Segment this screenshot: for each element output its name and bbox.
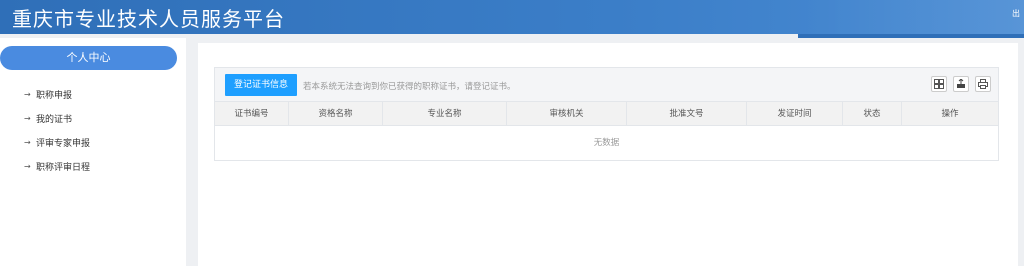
logout-link[interactable]: 出 (1012, 8, 1020, 19)
site-title: 重庆市专业技术人员服务平台 (12, 7, 285, 31)
sidebar-item-title-apply[interactable]: → 职称申报 (24, 82, 90, 106)
column-header[interactable]: 发证时间 (747, 102, 843, 125)
column-header[interactable]: 状态 (843, 102, 902, 125)
grid-columns-icon[interactable] (931, 76, 947, 92)
empty-table-message: 无数据 (593, 138, 620, 148)
arrow-right-icon: → (24, 113, 31, 123)
column-header[interactable]: 操作 (902, 102, 998, 125)
sidebar: 个人中心 → 职称申报 → 我的证书 → 评审专家申报 → 职称评审日程 (0, 38, 186, 266)
sidebar-item-my-certificates[interactable]: → 我的证书 (24, 106, 90, 130)
sidebar-item-expert-apply[interactable]: → 评审专家申报 (24, 130, 90, 154)
sidebar-item-label: 职称评审日程 (36, 162, 91, 173)
top-header: 重庆市专业技术人员服务平台 出 (0, 0, 1024, 34)
personal-center-button[interactable]: 个人中心 (0, 46, 177, 70)
arrow-right-icon: → (24, 137, 31, 147)
print-icon[interactable] (975, 76, 991, 92)
sidebar-item-label: 评审专家申报 (36, 138, 91, 149)
table-header: 证书编号 资格名称 专业名称 审核机关 批准文号 发证时间 状态 操作 (215, 102, 998, 126)
export-icon[interactable] (953, 76, 969, 92)
toolbar-hint: 若本系统无法查询到你已获得的职称证书，请登记证书。 (303, 82, 516, 92)
sidebar-nav: → 职称申报 → 我的证书 → 评审专家申报 → 职称评审日程 (24, 82, 90, 178)
header-decoration (800, 0, 1024, 34)
scrollbar-track[interactable] (1018, 43, 1024, 266)
table-toolbar: 登记证书信息 若本系统无法查询到你已获得的职称证书，请登记证书。 (215, 68, 998, 102)
register-certificate-button[interactable]: 登记证书信息 (225, 74, 297, 96)
sidebar-item-label: 职称申报 (36, 90, 73, 101)
arrow-right-icon: → (24, 89, 31, 99)
arrow-right-icon: → (24, 161, 31, 171)
sidebar-item-review-schedule[interactable]: → 职称评审日程 (24, 154, 90, 178)
column-header[interactable]: 资格名称 (289, 102, 383, 125)
column-header[interactable]: 审核机关 (507, 102, 627, 125)
column-header[interactable]: 批准文号 (627, 102, 747, 125)
main-panel: 登记证书信息 若本系统无法查询到你已获得的职称证书，请登记证书。 证书编号 资格… (198, 43, 1018, 266)
sidebar-item-label: 我的证书 (36, 114, 73, 125)
column-header[interactable]: 专业名称 (383, 102, 507, 125)
column-header[interactable]: 证书编号 (215, 102, 289, 125)
header-underline (798, 34, 1024, 38)
certificate-table-card: 登记证书信息 若本系统无法查询到你已获得的职称证书，请登记证书。 证书编号 资格… (214, 67, 999, 161)
